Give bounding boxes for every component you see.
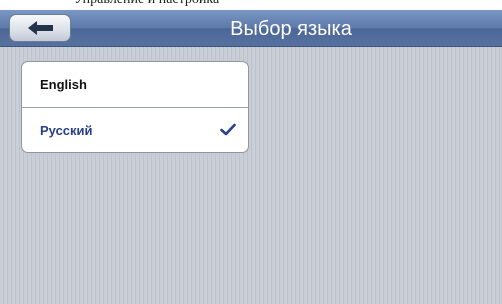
language-label: English — [40, 77, 87, 92]
language-option-english[interactable]: English — [22, 62, 248, 107]
language-label: Русский — [40, 123, 93, 138]
back-button[interactable] — [9, 14, 71, 42]
title-bar: Выбор языка — [0, 10, 502, 47]
top-cropped-strip: Управление и настройка — [0, 0, 502, 10]
language-option-russian[interactable]: Русский — [22, 107, 248, 152]
cropped-caption: Управление и настройка — [74, 0, 219, 8]
arrow-left-icon — [28, 21, 53, 35]
language-list: English Русский — [21, 61, 249, 153]
page-title: Выбор языка — [230, 18, 352, 40]
checkmark-icon — [220, 123, 236, 136]
